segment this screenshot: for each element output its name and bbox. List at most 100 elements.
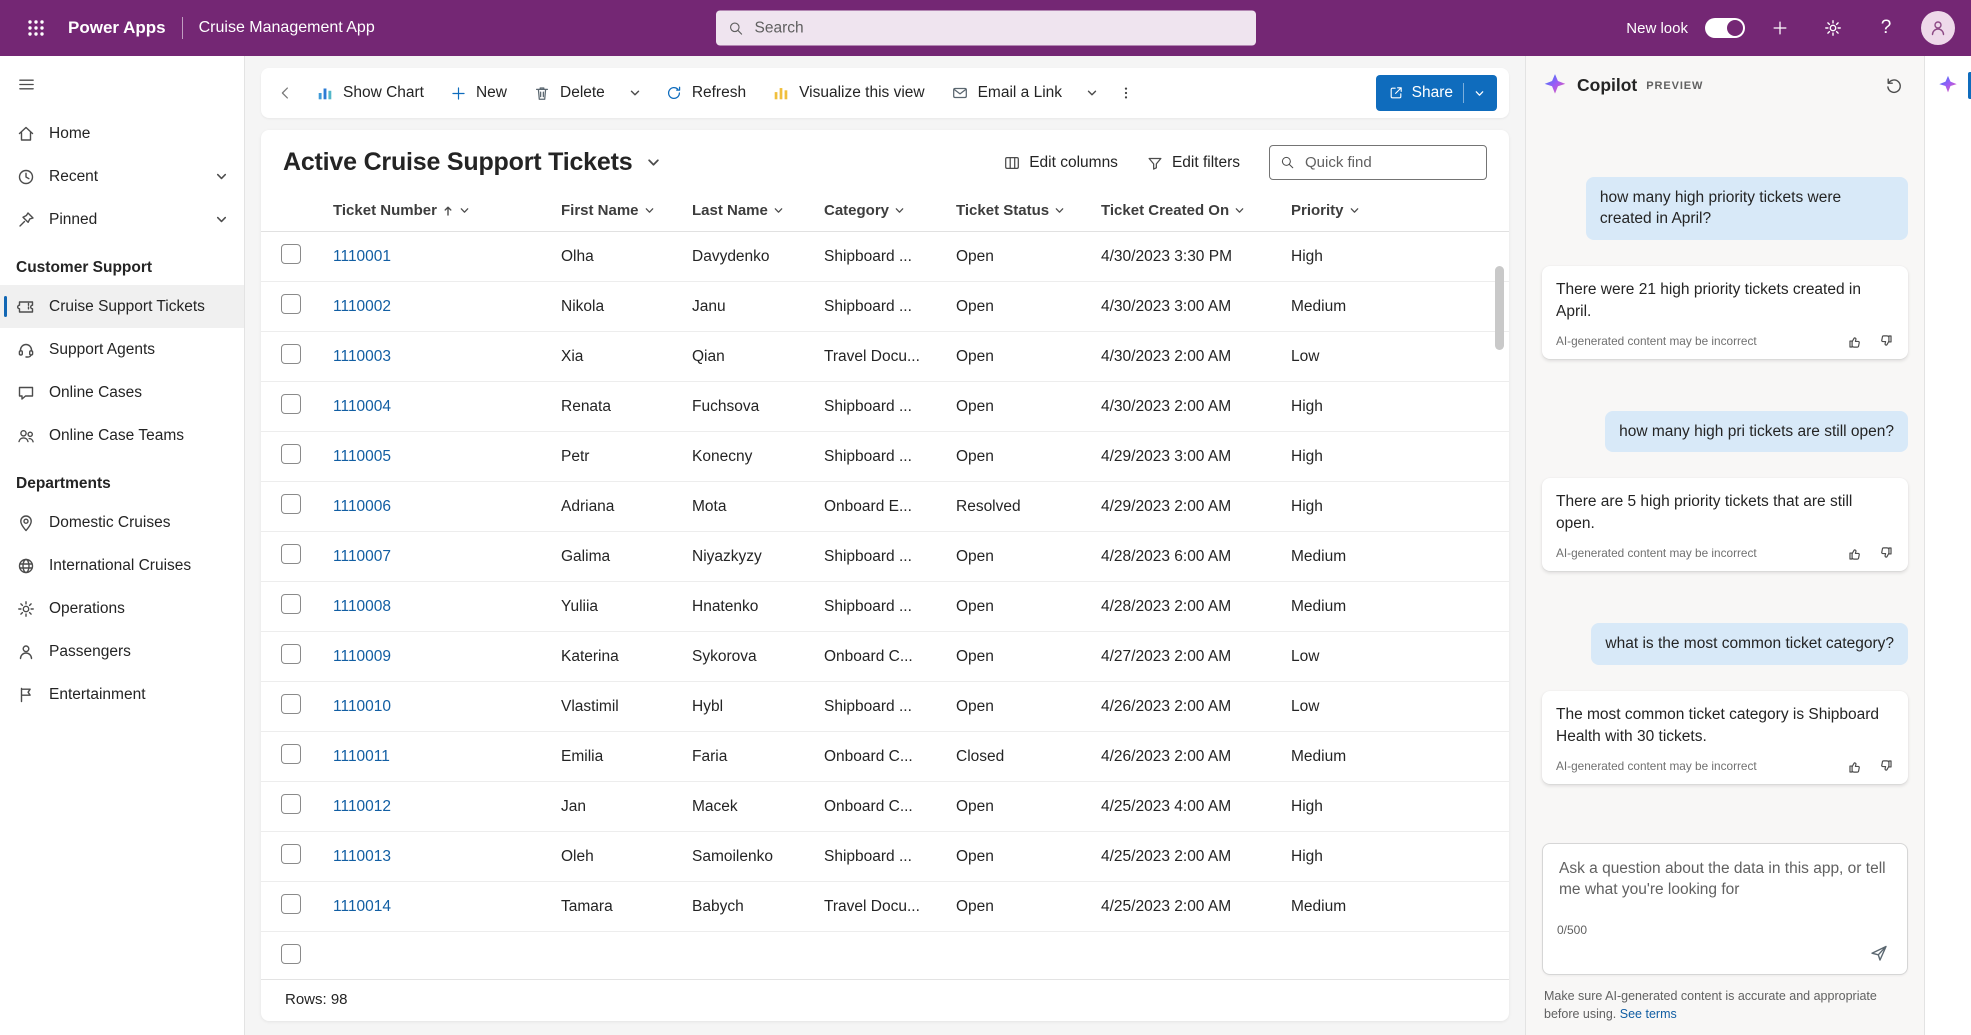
sidebar-item-online-cases[interactable]: Online Cases	[0, 371, 244, 414]
column-header-first-name[interactable]: First Name	[561, 202, 692, 219]
thumbs-up-button[interactable]	[1847, 545, 1864, 562]
ticket-number-link[interactable]: 1110002	[333, 298, 391, 315]
row-checkbox[interactable]	[281, 694, 301, 714]
sidebar-item-international-cruises[interactable]: International Cruises	[0, 544, 244, 587]
table-row[interactable]: 1110002 Nikola Janu Shipboard ... Open 4…	[261, 282, 1509, 332]
add-button[interactable]	[1762, 10, 1798, 46]
back-button[interactable]	[269, 74, 303, 112]
ticket-number-link[interactable]: 1110013	[333, 848, 391, 865]
app-launcher-button[interactable]	[16, 8, 56, 48]
table-row[interactable]: 1110005 Petr Konecny Shipboard ... Open …	[261, 432, 1509, 482]
row-checkbox[interactable]	[281, 244, 301, 264]
row-checkbox[interactable]	[281, 294, 301, 314]
delete-button[interactable]: Delete	[520, 74, 618, 112]
ticket-number-link[interactable]: 1110008	[333, 598, 391, 615]
table-row[interactable]: 1110014 Tamara Babych Travel Docu... Ope…	[261, 882, 1509, 932]
sidebar-item-passengers[interactable]: Passengers	[0, 630, 244, 673]
copilot-restart-button[interactable]	[1880, 71, 1908, 99]
column-header-ticket-created-on[interactable]: Ticket Created On	[1101, 202, 1291, 219]
sidebar-item-online-case-teams[interactable]: Online Case Teams	[0, 414, 244, 457]
email-link-button[interactable]: Email a Link	[938, 74, 1075, 112]
column-header-ticket-number[interactable]: Ticket Number	[333, 202, 561, 219]
edit-columns-button[interactable]: Edit columns	[992, 148, 1129, 178]
ticket-number-link[interactable]: 1110012	[333, 798, 391, 815]
chevron-down-icon[interactable]	[215, 170, 228, 183]
sidebar-item-pinned[interactable]: Pinned	[0, 198, 244, 241]
column-header-ticket-status[interactable]: Ticket Status	[956, 202, 1101, 219]
table-row[interactable]: 1110009 Katerina Sykorova Onboard C... O…	[261, 632, 1509, 682]
copilot-input[interactable]	[1557, 856, 1893, 918]
ticket-number-link[interactable]: 1110005	[333, 448, 391, 465]
edit-filters-button[interactable]: Edit filters	[1135, 148, 1251, 178]
sidebar-item-support-agents[interactable]: Support Agents	[0, 328, 244, 371]
thumbs-down-button[interactable]	[1877, 758, 1894, 775]
new-look-toggle[interactable]	[1705, 18, 1745, 38]
row-checkbox[interactable]	[281, 544, 301, 564]
copilot-pane-toggle-button[interactable]	[1931, 68, 1965, 102]
more-commands-button[interactable]	[1109, 74, 1143, 112]
row-checkbox[interactable]	[281, 344, 301, 364]
row-checkbox[interactable]	[281, 594, 301, 614]
global-search-input[interactable]	[753, 18, 1244, 38]
thumbs-down-button[interactable]	[1877, 545, 1894, 562]
view-selector-button[interactable]	[642, 151, 665, 174]
quick-find-input[interactable]	[1303, 153, 1476, 172]
column-header-last-name[interactable]: Last Name	[692, 202, 824, 219]
row-checkbox[interactable]	[281, 494, 301, 514]
help-button[interactable]: ?	[1868, 10, 1904, 46]
share-button[interactable]: Share	[1376, 75, 1497, 111]
global-search[interactable]	[716, 11, 1256, 46]
table-row[interactable]: 1110011 Emilia Faria Onboard C... Closed…	[261, 732, 1509, 782]
row-checkbox[interactable]	[281, 394, 301, 414]
sidebar-item-operations[interactable]: Operations	[0, 587, 244, 630]
row-checkbox[interactable]	[281, 944, 301, 964]
delete-more-button[interactable]	[618, 74, 652, 112]
brand-name[interactable]: Power Apps	[68, 18, 166, 38]
settings-button[interactable]	[1815, 10, 1851, 46]
table-row[interactable]: 1110006 Adriana Mota Onboard E... Resolv…	[261, 482, 1509, 532]
table-row[interactable]: 1110010 Vlastimil Hybl Shipboard ... Ope…	[261, 682, 1509, 732]
ticket-number-link[interactable]: 1110011	[333, 748, 390, 765]
column-header-category[interactable]: Category	[824, 202, 956, 219]
sidebar-item-cruise-support-tickets[interactable]: Cruise Support Tickets	[0, 285, 244, 328]
ticket-number-link[interactable]: 1110009	[333, 648, 391, 665]
chevron-down-icon[interactable]	[215, 213, 228, 226]
thumbs-down-button[interactable]	[1877, 333, 1894, 350]
row-checkbox[interactable]	[281, 844, 301, 864]
command-overflow-chevron-button[interactable]	[1075, 74, 1109, 112]
row-checkbox[interactable]	[281, 644, 301, 664]
ticket-number-link[interactable]: 1110014	[333, 898, 391, 915]
thumbs-up-button[interactable]	[1847, 758, 1864, 775]
visualize-view-button[interactable]: Visualize this view	[759, 74, 938, 112]
sidebar-collapse-button[interactable]	[6, 66, 46, 102]
vertical-scrollbar-thumb[interactable]	[1495, 266, 1504, 350]
table-row[interactable]: 1110001 Olha Davydenko Shipboard ... Ope…	[261, 232, 1509, 282]
row-checkbox[interactable]	[281, 894, 301, 914]
table-row[interactable]: 1110013 Oleh Samoilenko Shipboard ... Op…	[261, 832, 1509, 882]
ticket-number-link[interactable]: 1110006	[333, 498, 391, 515]
table-row[interactable]: 1110003 Xia Qian Travel Docu... Open 4/3…	[261, 332, 1509, 382]
table-row[interactable]	[261, 932, 1509, 979]
row-checkbox[interactable]	[281, 744, 301, 764]
ticket-number-link[interactable]: 1110001	[333, 248, 391, 265]
show-chart-button[interactable]: Show Chart	[303, 74, 437, 112]
account-avatar[interactable]	[1921, 11, 1955, 45]
refresh-button[interactable]: Refresh	[652, 74, 759, 112]
row-checkbox[interactable]	[281, 444, 301, 464]
ticket-number-link[interactable]: 1110003	[333, 348, 391, 365]
quick-find[interactable]	[1269, 145, 1487, 180]
table-row[interactable]: 1110007 Galima Niyazkyzy Shipboard ... O…	[261, 532, 1509, 582]
see-terms-link[interactable]: See terms	[1620, 1007, 1677, 1021]
table-row[interactable]: 1110004 Renata Fuchsova Shipboard ... Op…	[261, 382, 1509, 432]
ticket-number-link[interactable]: 1110007	[333, 548, 391, 565]
sidebar-item-recent[interactable]: Recent	[0, 155, 244, 198]
column-header-priority[interactable]: Priority	[1291, 202, 1509, 219]
ticket-number-link[interactable]: 1110004	[333, 398, 391, 415]
sidebar-item-home[interactable]: Home	[0, 112, 244, 155]
copilot-input-box[interactable]: 0/500	[1542, 843, 1908, 975]
sidebar-item-domestic-cruises[interactable]: Domestic Cruises	[0, 501, 244, 544]
row-checkbox[interactable]	[281, 794, 301, 814]
new-button[interactable]: New	[437, 74, 520, 112]
chevron-down-icon[interactable]	[1474, 88, 1485, 99]
sidebar-item-entertainment[interactable]: Entertainment	[0, 673, 244, 716]
